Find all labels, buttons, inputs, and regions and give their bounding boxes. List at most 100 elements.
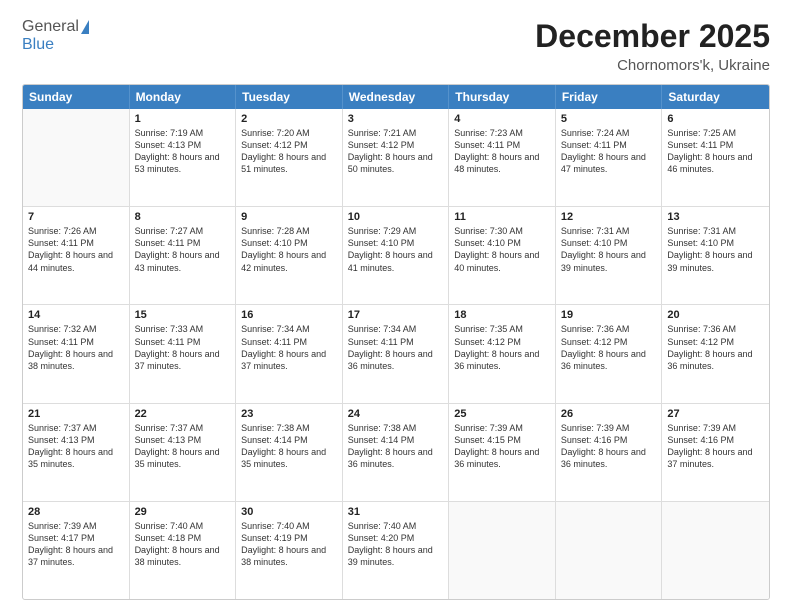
cell-info-line: Sunrise: 7:34 AM [348,323,444,335]
day-number: 25 [454,408,550,420]
day-number: 29 [135,506,231,518]
cell-info-line: Sunset: 4:13 PM [135,434,231,446]
cell-info-line: Sunrise: 7:37 AM [135,422,231,434]
day-number: 24 [348,408,444,420]
calendar-cell: 21Sunrise: 7:37 AMSunset: 4:13 PMDayligh… [23,404,130,501]
calendar-cell: 27Sunrise: 7:39 AMSunset: 4:16 PMDayligh… [662,404,769,501]
calendar-cell: 15Sunrise: 7:33 AMSunset: 4:11 PMDayligh… [130,305,237,402]
cell-info-line: Daylight: 8 hours and 51 minutes. [241,151,337,175]
calendar-cell: 22Sunrise: 7:37 AMSunset: 4:13 PMDayligh… [130,404,237,501]
calendar-cell: 9Sunrise: 7:28 AMSunset: 4:10 PMDaylight… [236,207,343,304]
cell-info-line: Sunset: 4:11 PM [561,139,657,151]
calendar-cell [23,109,130,206]
cell-info-line: Daylight: 8 hours and 36 minutes. [561,446,657,470]
cell-info-line: Sunrise: 7:36 AM [667,323,764,335]
calendar-cell [449,502,556,599]
cell-info-line: Daylight: 8 hours and 36 minutes. [348,446,444,470]
title-block: December 2025 Chornomors'k, Ukraine [535,18,770,74]
header-day-monday: Monday [130,85,237,109]
calendar-cell: 2Sunrise: 7:20 AMSunset: 4:12 PMDaylight… [236,109,343,206]
calendar-cell: 18Sunrise: 7:35 AMSunset: 4:12 PMDayligh… [449,305,556,402]
calendar-cell: 19Sunrise: 7:36 AMSunset: 4:12 PMDayligh… [556,305,663,402]
day-number: 20 [667,309,764,321]
cell-info-line: Sunset: 4:12 PM [348,139,444,151]
header-day-friday: Friday [556,85,663,109]
calendar-cell: 26Sunrise: 7:39 AMSunset: 4:16 PMDayligh… [556,404,663,501]
calendar-row-4: 28Sunrise: 7:39 AMSunset: 4:17 PMDayligh… [23,502,769,599]
page: General Blue December 2025 Chornomors'k,… [0,0,792,612]
calendar-cell: 28Sunrise: 7:39 AMSunset: 4:17 PMDayligh… [23,502,130,599]
cell-info-line: Daylight: 8 hours and 38 minutes. [28,348,124,372]
calendar: SundayMondayTuesdayWednesdayThursdayFrid… [22,84,770,600]
calendar-cell: 1Sunrise: 7:19 AMSunset: 4:13 PMDaylight… [130,109,237,206]
cell-info-line: Daylight: 8 hours and 39 minutes. [561,249,657,273]
day-number: 11 [454,211,550,223]
header-day-wednesday: Wednesday [343,85,450,109]
cell-info-line: Sunrise: 7:23 AM [454,127,550,139]
cell-info-line: Sunset: 4:10 PM [561,237,657,249]
day-number: 6 [667,113,764,125]
calendar-cell: 11Sunrise: 7:30 AMSunset: 4:10 PMDayligh… [449,207,556,304]
cell-info-line: Daylight: 8 hours and 38 minutes. [241,544,337,568]
day-number: 19 [561,309,657,321]
cell-info-line: Sunrise: 7:35 AM [454,323,550,335]
cell-info-line: Daylight: 8 hours and 37 minutes. [28,544,124,568]
cell-info-line: Sunset: 4:11 PM [348,336,444,348]
logo-blue-text: Blue [22,36,54,54]
calendar-cell: 29Sunrise: 7:40 AMSunset: 4:18 PMDayligh… [130,502,237,599]
day-number: 17 [348,309,444,321]
cell-info-line: Sunrise: 7:28 AM [241,225,337,237]
calendar-cell: 8Sunrise: 7:27 AMSunset: 4:11 PMDaylight… [130,207,237,304]
day-number: 2 [241,113,337,125]
cell-info-line: Sunset: 4:11 PM [667,139,764,151]
day-number: 12 [561,211,657,223]
cell-info-line: Sunrise: 7:25 AM [667,127,764,139]
calendar-header: SundayMondayTuesdayWednesdayThursdayFrid… [23,85,769,109]
calendar-row-0: 1Sunrise: 7:19 AMSunset: 4:13 PMDaylight… [23,109,769,207]
cell-info-line: Sunset: 4:15 PM [454,434,550,446]
cell-info-line: Sunrise: 7:37 AM [28,422,124,434]
day-number: 14 [28,309,124,321]
cell-info-line: Sunset: 4:13 PM [135,139,231,151]
calendar-cell: 10Sunrise: 7:29 AMSunset: 4:10 PMDayligh… [343,207,450,304]
header-day-thursday: Thursday [449,85,556,109]
day-number: 23 [241,408,337,420]
cell-info-line: Daylight: 8 hours and 35 minutes. [28,446,124,470]
cell-info-line: Sunrise: 7:27 AM [135,225,231,237]
cell-info-line: Sunset: 4:16 PM [561,434,657,446]
calendar-row-3: 21Sunrise: 7:37 AMSunset: 4:13 PMDayligh… [23,404,769,502]
cell-info-line: Daylight: 8 hours and 47 minutes. [561,151,657,175]
calendar-cell: 7Sunrise: 7:26 AMSunset: 4:11 PMDaylight… [23,207,130,304]
day-number: 5 [561,113,657,125]
cell-info-line: Sunset: 4:12 PM [667,336,764,348]
cell-info-line: Sunrise: 7:36 AM [561,323,657,335]
day-number: 31 [348,506,444,518]
cell-info-line: Sunrise: 7:39 AM [667,422,764,434]
cell-info-line: Sunrise: 7:34 AM [241,323,337,335]
cell-info-line: Sunrise: 7:38 AM [348,422,444,434]
cell-info-line: Daylight: 8 hours and 38 minutes. [135,544,231,568]
calendar-cell: 31Sunrise: 7:40 AMSunset: 4:20 PMDayligh… [343,502,450,599]
day-number: 3 [348,113,444,125]
cell-info-line: Sunset: 4:20 PM [348,532,444,544]
cell-info-line: Sunrise: 7:38 AM [241,422,337,434]
cell-info-line: Daylight: 8 hours and 43 minutes. [135,249,231,273]
day-number: 26 [561,408,657,420]
cell-info-line: Sunset: 4:11 PM [241,336,337,348]
cell-info-line: Sunset: 4:12 PM [561,336,657,348]
cell-info-line: Sunrise: 7:40 AM [135,520,231,532]
day-number: 13 [667,211,764,223]
cell-info-line: Sunrise: 7:40 AM [348,520,444,532]
cell-info-line: Sunrise: 7:39 AM [28,520,124,532]
cell-info-line: Daylight: 8 hours and 37 minutes. [241,348,337,372]
calendar-cell: 25Sunrise: 7:39 AMSunset: 4:15 PMDayligh… [449,404,556,501]
cell-info-line: Sunset: 4:10 PM [241,237,337,249]
day-number: 18 [454,309,550,321]
cell-info-line: Sunset: 4:11 PM [454,139,550,151]
cell-info-line: Sunrise: 7:21 AM [348,127,444,139]
cell-info-line: Sunrise: 7:31 AM [561,225,657,237]
cell-info-line: Sunset: 4:17 PM [28,532,124,544]
cell-info-line: Sunrise: 7:19 AM [135,127,231,139]
day-number: 27 [667,408,764,420]
day-number: 15 [135,309,231,321]
